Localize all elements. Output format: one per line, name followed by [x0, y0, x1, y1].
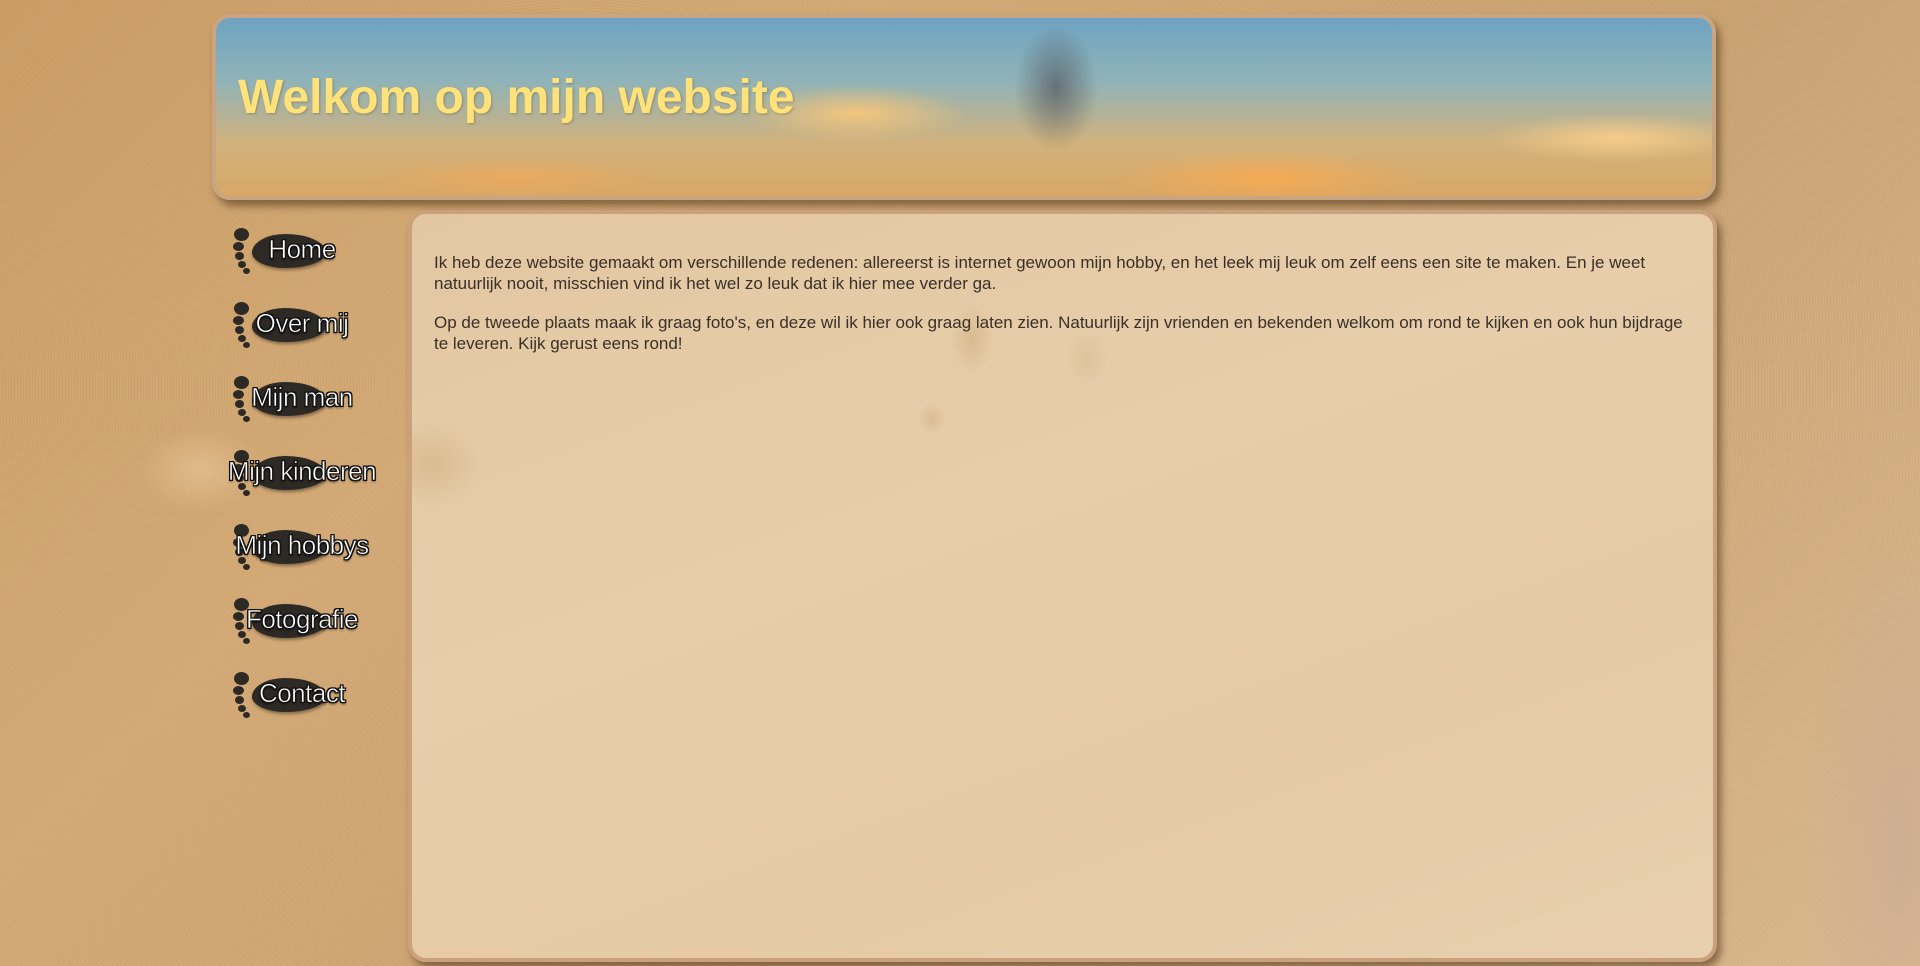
nav-item-label[interactable]: Over mij: [222, 308, 382, 339]
sidebar-nav: Home Over mij Mijn man Mijn kinderen Mij…: [222, 222, 382, 740]
nav-item-mijn-man[interactable]: Mijn man: [222, 370, 382, 444]
nav-item-home[interactable]: Home: [222, 222, 382, 296]
photos-paragraph: Op de tweede plaats maak ik graag foto's…: [434, 313, 1683, 353]
main-content-panel: Ik heb deze website gemaakt om verschill…: [408, 210, 1717, 962]
nav-item-contact[interactable]: Contact: [222, 666, 382, 740]
nav-item-mijn-hobbys[interactable]: Mijn hobbys: [222, 518, 382, 592]
nav-item-label[interactable]: Mijn hobbys: [222, 530, 382, 561]
nav-item-label[interactable]: Mijn kinderen: [222, 456, 382, 487]
page-title: Welkom op mijn website: [238, 71, 795, 124]
nav-item-label[interactable]: Fotografie: [222, 604, 382, 635]
header-banner: Welkom op mijn website: [212, 14, 1716, 200]
nav-item-label[interactable]: Home: [222, 234, 382, 265]
nav-item-fotografie[interactable]: Fotografie: [222, 592, 382, 666]
nav-item-over-mij[interactable]: Over mij: [222, 296, 382, 370]
nav-item-label[interactable]: Contact: [222, 678, 382, 709]
nav-item-mijn-kinderen[interactable]: Mijn kinderen: [222, 444, 382, 518]
nav-item-label[interactable]: Mijn man: [222, 382, 382, 413]
intro-paragraph: Ik heb deze website gemaakt om verschill…: [434, 253, 1646, 293]
